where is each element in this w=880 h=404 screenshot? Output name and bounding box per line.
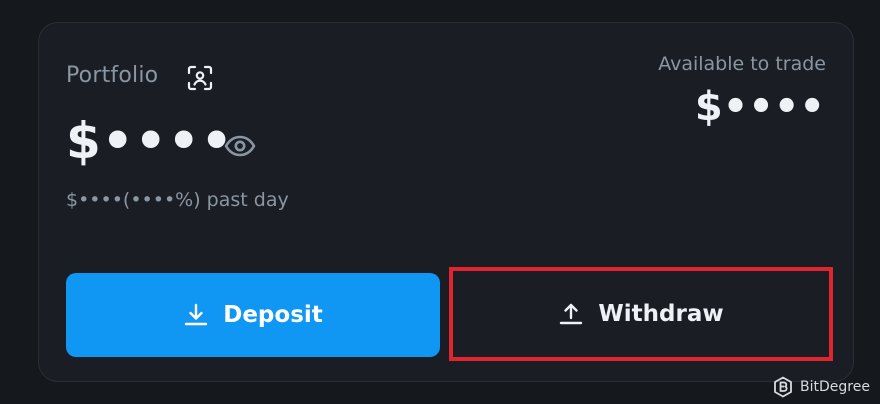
- bitdegree-logo-icon: [774, 376, 792, 398]
- portfolio-card: Portfolio $•••• $••••(••••%) past day Av…: [38, 22, 854, 382]
- upload-icon: [560, 303, 583, 325]
- bitdegree-watermark: BitDegree: [772, 376, 870, 398]
- portfolio-balance: $••••: [66, 112, 234, 170]
- eye-icon[interactable]: [224, 133, 256, 159]
- withdraw-button[interactable]: Withdraw: [449, 267, 833, 361]
- available-to-trade-value: $••••: [694, 84, 825, 130]
- past-day-change: $••••(••••%) past day: [66, 189, 289, 211]
- withdraw-button-label: Withdraw: [598, 301, 724, 327]
- available-to-trade-label: Available to trade: [658, 53, 826, 75]
- scan-face-icon[interactable]: [187, 65, 213, 91]
- deposit-button[interactable]: Deposit: [66, 273, 440, 357]
- watermark-text: BitDegree: [800, 379, 870, 395]
- deposit-button-label: Deposit: [223, 302, 323, 328]
- portfolio-label: Portfolio: [66, 63, 159, 88]
- download-icon: [185, 303, 208, 326]
